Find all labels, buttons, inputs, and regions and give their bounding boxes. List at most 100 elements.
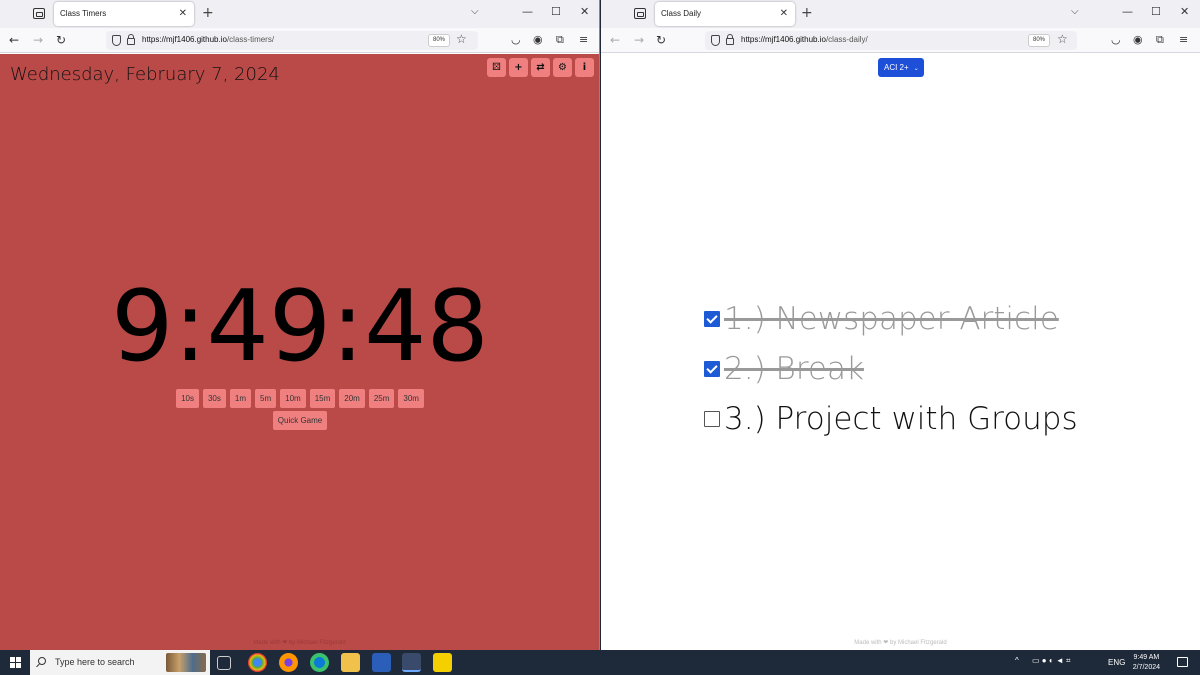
preset-button[interactable]: 1m xyxy=(229,389,251,408)
search-icon xyxy=(38,657,46,665)
tab-title: Class Daily xyxy=(661,9,702,18)
new-tab-icon[interactable]: + xyxy=(801,5,813,21)
app-icon[interactable] xyxy=(402,653,421,672)
extensions-icon[interactable]: ⧉ xyxy=(1156,33,1164,47)
account-icon[interactable]: ◉ xyxy=(1133,33,1143,47)
timer-toolbar: ⚄ + ⇄ ⚙ i xyxy=(487,58,594,77)
new-tab-icon[interactable]: + xyxy=(202,5,214,21)
desktop: Class Timers ✕ + ⌵ — ☐ ✕ ← → ↻ https://m… xyxy=(0,0,1200,675)
tray-overflow-icon[interactable]: ^ xyxy=(1015,656,1019,675)
zoom-level[interactable]: 80% xyxy=(1028,34,1051,47)
bookmark-star-icon[interactable]: ☆ xyxy=(1057,32,1068,46)
chat-icon[interactable] xyxy=(433,653,452,672)
bookmark-star-icon[interactable]: ☆ xyxy=(456,32,467,46)
class-timers-page: Wednesday, February 7, 2024 ⚄ + ⇄ ⚙ i 9:… xyxy=(0,54,599,650)
url-text[interactable]: https://mjf1406.github.io/class-timers/ xyxy=(142,35,274,44)
tab-close-icon[interactable]: ✕ xyxy=(179,2,187,26)
url-bar[interactable]: https://mjf1406.github.io/class-daily/ 8… xyxy=(705,31,1077,50)
repeat-icon[interactable]: ⇄ xyxy=(531,58,550,77)
language-indicator[interactable]: ENG xyxy=(1108,658,1125,675)
nav-bar: ← → ↻ https://mjf1406.github.io/class-ti… xyxy=(0,28,599,53)
task-checkbox[interactable] xyxy=(704,361,720,377)
footer-credit: Made with ❤ by Michael Fitzgerald xyxy=(253,640,346,646)
gear-icon[interactable]: ⚙ xyxy=(553,58,572,77)
menu-icon[interactable]: ≡ xyxy=(1179,33,1188,47)
preset-button[interactable]: 10s xyxy=(176,389,199,408)
preset-button[interactable]: 15m xyxy=(309,389,336,408)
menu-icon[interactable]: ≡ xyxy=(579,33,588,47)
tracking-shield-icon[interactable] xyxy=(711,35,720,46)
pocket-icon[interactable]: ◡ xyxy=(511,33,521,47)
zoom-level[interactable]: 80% xyxy=(428,34,451,47)
file-explorer-icon[interactable] xyxy=(341,653,360,672)
system-date: 2/7/2024 xyxy=(1132,664,1160,671)
edge-icon[interactable] xyxy=(310,653,329,672)
url-bar[interactable]: https://mjf1406.github.io/class-timers/ … xyxy=(106,31,478,50)
system-time: 9:49 AM xyxy=(1133,654,1160,661)
browser-window-class-timers: Class Timers ✕ + ⌵ — ☐ ✕ ← → ↻ https://m… xyxy=(0,0,600,650)
minimize-icon[interactable]: — xyxy=(1122,5,1133,18)
minimize-icon[interactable]: — xyxy=(522,5,533,18)
tab-overview-icon[interactable] xyxy=(33,8,45,19)
maximize-icon[interactable]: ☐ xyxy=(1151,5,1161,18)
preset-buttons: 10s 30s 1m 5m 10m 15m 20m 25m 30m xyxy=(0,389,599,408)
reload-icon[interactable]: ↻ xyxy=(56,33,66,47)
footer-credit: Made with ❤ by Michael Fitzgerald xyxy=(854,640,947,646)
preset-button[interactable]: 20m xyxy=(339,389,365,408)
current-date: Wednesday, February 7, 2024 xyxy=(10,64,280,85)
plus-icon[interactable]: + xyxy=(509,58,528,77)
tab-class-timers[interactable]: Class Timers ✕ xyxy=(54,2,194,26)
account-icon[interactable]: ◉ xyxy=(533,33,543,47)
preset-button[interactable]: 30s xyxy=(202,389,226,408)
dice-icon[interactable]: ⚄ xyxy=(487,58,506,77)
browser-window-class-daily: Class Daily ✕ + ⌵ — ☐ ✕ ← → ↻ https://mj… xyxy=(601,0,1200,650)
tab-list-chevron-icon[interactable]: ⌵ xyxy=(1071,6,1079,17)
chevron-down-icon: ⌄ xyxy=(913,66,919,72)
preset-button[interactable]: 10m xyxy=(280,389,306,408)
chrome-icon[interactable] xyxy=(248,653,267,672)
preset-button[interactable]: 30m xyxy=(398,389,424,408)
tab-bar: Class Daily ✕ + ⌵ — ☐ ✕ xyxy=(601,0,1200,28)
task-label: 3.) Project with Groups xyxy=(724,401,1078,437)
tab-list-chevron-icon[interactable]: ⌵ xyxy=(471,6,479,17)
tab-overview-icon[interactable] xyxy=(634,8,646,19)
back-icon[interactable]: ← xyxy=(9,33,19,47)
task-checkbox[interactable] xyxy=(704,411,720,427)
pocket-icon[interactable]: ◡ xyxy=(1111,33,1121,47)
class-selector-label: ACI 2+ xyxy=(884,63,909,72)
tab-title: Class Timers xyxy=(60,9,107,18)
taskbar-search[interactable]: Type here to search xyxy=(30,650,210,675)
forward-icon[interactable]: → xyxy=(33,33,43,47)
info-icon[interactable]: i xyxy=(575,58,594,77)
extensions-icon[interactable]: ⧉ xyxy=(556,33,564,47)
url-text[interactable]: https://mjf1406.github.io/class-daily/ xyxy=(741,35,868,44)
lock-icon[interactable] xyxy=(127,34,135,45)
windows-start-icon[interactable] xyxy=(10,657,21,668)
tray-app-icons[interactable]: ▭ ● ◐ ◄ ⌗ xyxy=(1032,656,1071,675)
task-item: 2.) Break xyxy=(704,344,1078,394)
tab-close-icon[interactable]: ✕ xyxy=(780,2,788,26)
search-highlight-image[interactable] xyxy=(166,653,206,672)
quick-game-button[interactable]: Quick Game xyxy=(273,411,327,430)
clock-display: 9:49:48 xyxy=(111,270,489,384)
firefox-icon[interactable] xyxy=(279,653,298,672)
maximize-icon[interactable]: ☐ xyxy=(551,5,561,18)
tracking-shield-icon[interactable] xyxy=(112,35,121,46)
close-window-icon[interactable]: ✕ xyxy=(580,5,589,18)
task-view-icon[interactable] xyxy=(217,656,231,670)
lock-icon[interactable] xyxy=(726,34,734,45)
task-list: 1.) Newspaper Article 2.) Break 3.) Proj… xyxy=(704,294,1078,444)
tab-class-daily[interactable]: Class Daily ✕ xyxy=(655,2,795,26)
task-checkbox[interactable] xyxy=(704,311,720,327)
reload-icon[interactable]: ↻ xyxy=(656,33,666,47)
class-selector-dropdown[interactable]: ACI 2+ ⌄ xyxy=(878,58,924,77)
back-icon[interactable]: ← xyxy=(610,33,620,47)
word-icon[interactable] xyxy=(372,653,391,672)
close-window-icon[interactable]: ✕ xyxy=(1180,5,1189,18)
preset-button[interactable]: 25m xyxy=(368,389,395,408)
notifications-icon[interactable] xyxy=(1177,657,1188,667)
task-item: 1.) Newspaper Article xyxy=(704,294,1078,344)
preset-button[interactable]: 5m xyxy=(255,389,277,408)
system-clock[interactable]: 9:49 AM 2/7/2024 xyxy=(1133,653,1160,673)
forward-icon[interactable]: → xyxy=(634,33,644,47)
